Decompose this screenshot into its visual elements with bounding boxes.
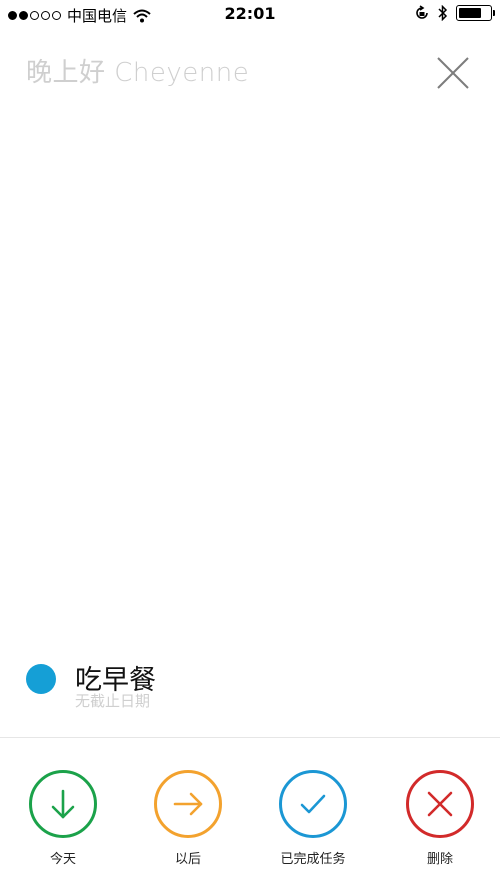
divider [0, 737, 500, 738]
task-due-date: 无截止日期 [75, 692, 151, 710]
completed-tasks-button[interactable]: 已完成任务 [273, 770, 353, 867]
arrow-down-icon [51, 789, 75, 819]
later-circle [154, 770, 222, 838]
later-label: 以后 [174, 852, 201, 867]
completed-circle [279, 770, 347, 838]
battery-icon [456, 5, 495, 21]
status-right [414, 5, 495, 21]
close-button[interactable] [432, 52, 474, 94]
status-bar: 中国电信 22:01 [0, 0, 500, 28]
delete-label: 删除 [426, 852, 453, 867]
task-color-dot [26, 664, 56, 694]
delete-button[interactable]: 删除 [400, 770, 480, 867]
task-item[interactable]: 吃早餐 无截止日期 [26, 658, 476, 718]
today-circle [29, 770, 97, 838]
bluetooth-icon [438, 5, 448, 21]
arrow-right-icon [173, 792, 203, 816]
completed-tasks-label: 已完成任务 [280, 852, 346, 867]
close-icon [437, 57, 469, 89]
today-label: 今天 [49, 852, 76, 867]
battery-fill [459, 8, 481, 18]
x-icon [427, 791, 453, 817]
later-button[interactable]: 以后 [148, 770, 228, 867]
checkmark-icon [300, 794, 326, 814]
delete-circle [406, 770, 474, 838]
today-button[interactable]: 今天 [23, 770, 103, 867]
rotation-lock-icon [416, 5, 428, 19]
greeting-title: 晚上好 Cheyenne [26, 58, 250, 88]
